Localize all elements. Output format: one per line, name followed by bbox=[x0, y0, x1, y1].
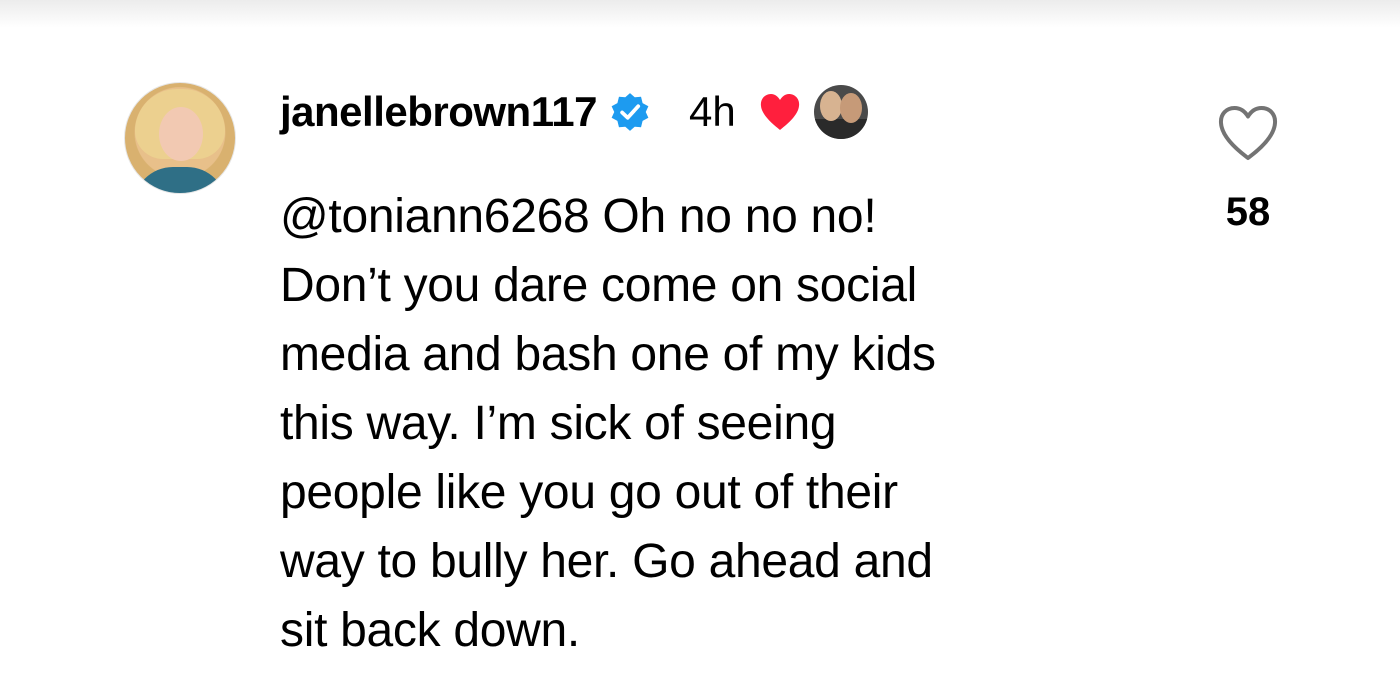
verified-badge-icon bbox=[611, 93, 649, 131]
avatar-shirt bbox=[133, 167, 227, 193]
heart-filled-icon bbox=[760, 94, 799, 130]
comment-text: @toniann6268 Oh no no no! Don’t you dare… bbox=[280, 190, 936, 657]
comment-timestamp: 4h bbox=[688, 88, 736, 135]
comment-screenshot: janellebrown117 4h @toniann6268 Oh no no… bbox=[0, 0, 1400, 700]
creator-avatar bbox=[813, 85, 868, 139]
avatar[interactable] bbox=[124, 82, 236, 194]
heart-outline-icon[interactable] bbox=[1216, 104, 1280, 162]
username-link[interactable]: janellebrown117 bbox=[280, 88, 597, 136]
like-column: 58 bbox=[1208, 104, 1288, 235]
like-count: 58 bbox=[1225, 190, 1271, 234]
comment-header: janellebrown117 4h bbox=[280, 82, 868, 142]
top-divider bbox=[0, 0, 1400, 28]
avatar-face bbox=[159, 107, 203, 161]
